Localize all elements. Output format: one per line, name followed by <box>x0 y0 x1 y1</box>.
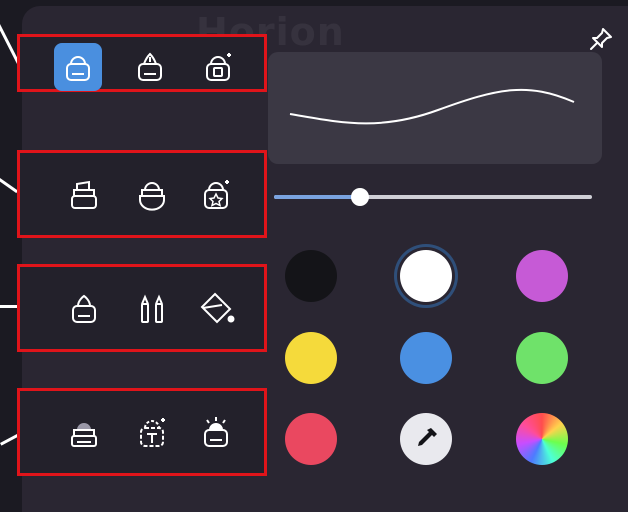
tool-group-2 <box>17 150 267 238</box>
stamp-icon <box>71 423 97 447</box>
stroke-preview-line <box>289 88 575 125</box>
glow-pen-icon <box>204 417 228 447</box>
glow-pen-tool[interactable] <box>192 409 240 457</box>
color-swatch-green[interactable] <box>516 332 568 384</box>
pen-icon <box>138 52 162 81</box>
leader-line <box>0 178 19 194</box>
text-marker-tool[interactable] <box>128 409 176 457</box>
marker-tool[interactable] <box>54 43 102 91</box>
magic-pen-icon <box>204 180 229 209</box>
pencil-icon <box>206 53 231 81</box>
color-swatch-red[interactable] <box>285 413 337 465</box>
pencil-tool[interactable] <box>194 43 242 91</box>
brush-tool[interactable] <box>128 171 176 219</box>
highlighter-icon <box>71 180 97 209</box>
slider-thumb[interactable] <box>350 188 369 206</box>
crayon-tool[interactable] <box>128 285 176 333</box>
slider-fill <box>274 195 360 199</box>
color-wheel-icon[interactable] <box>516 413 568 465</box>
pen-tool[interactable] <box>126 43 174 91</box>
chalk-icon <box>72 294 96 323</box>
color-swatch-purple[interactable] <box>516 250 568 302</box>
color-swatch-black[interactable] <box>285 250 337 302</box>
crayon-icon <box>141 294 163 323</box>
color-swatch-blue[interactable] <box>400 332 452 384</box>
color-swatch-white[interactable] <box>400 250 452 302</box>
stroke-size-slider[interactable] <box>274 186 592 208</box>
color-swatch-yellow[interactable] <box>285 332 337 384</box>
stroke-preview <box>268 52 602 164</box>
magic-pen-tool[interactable] <box>192 171 240 219</box>
fill-bucket-icon <box>200 292 235 324</box>
brush-icon <box>139 182 165 211</box>
eyedropper-icon[interactable] <box>400 413 452 465</box>
tool-group-1 <box>17 34 267 92</box>
highlighter-tool[interactable] <box>60 171 108 219</box>
tool-group-4 <box>17 388 267 476</box>
tool-group-3 <box>17 264 267 352</box>
chalk-tool[interactable] <box>60 285 108 333</box>
stamp-tool[interactable] <box>60 409 108 457</box>
pin-icon[interactable] <box>586 24 616 54</box>
marker-icon <box>66 56 90 81</box>
leader-line <box>0 305 17 308</box>
fill-bucket-tool[interactable] <box>192 285 240 333</box>
text-marker-icon <box>140 418 165 447</box>
